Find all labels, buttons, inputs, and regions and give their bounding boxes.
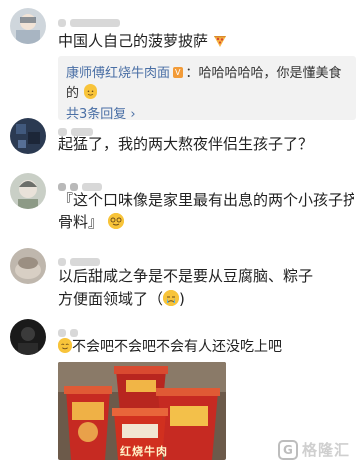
reply-line-2: 的 <box>66 82 348 103</box>
comment-text-line-1: 『这个口味像是家里最有出息的两个小孩子挤 <box>58 191 354 209</box>
comment-text: 不会吧不会吧不会有人还没吃上吧 <box>58 336 354 358</box>
comment-text-line-2: 骨料』 <box>58 211 354 233</box>
comment-photo[interactable]: 红烧牛肉 <box>58 362 226 460</box>
laugh-icon <box>107 213 124 229</box>
watermark-text: 格隆汇 <box>301 441 350 459</box>
reply-text: ：哈哈哈哈哈，你是懂美食 <box>185 66 342 81</box>
nickname-blurred[interactable] <box>58 176 106 191</box>
avatar[interactable] <box>10 8 46 44</box>
reply-count-link[interactable]: 共3条回复 › <box>66 105 348 125</box>
avatar[interactable] <box>10 173 46 209</box>
vip-badge: V <box>173 67 183 78</box>
comment-text-line-1: 以后甜咸之争是不是要从豆腐脑、粽子 <box>58 267 314 285</box>
nickname-blurred[interactable] <box>58 322 82 337</box>
watermark-logo-icon: G <box>277 439 298 460</box>
reply-line: 康师傅红烧牛肉面 V ：哈哈哈哈哈，你是懂美食 <box>66 62 348 83</box>
avatar[interactable] <box>10 319 46 355</box>
cry-icon <box>163 290 180 306</box>
watermark: G 格隆汇 <box>277 439 350 460</box>
reply-preview[interactable]: 康师傅红烧牛肉面 V ：哈哈哈哈哈，你是懂美食 的 共3条回复 › <box>58 56 356 122</box>
comment-text-line-2: 方便面领域了（ ) <box>58 290 185 308</box>
smile-icon <box>84 84 98 99</box>
reply-author[interactable]: 康师傅红烧牛肉面 <box>66 66 170 81</box>
comment-text: 中国人自己的菠萝披萨 <box>58 30 354 52</box>
nickname-blurred[interactable] <box>58 121 97 136</box>
smile-icon <box>58 338 72 353</box>
nickname-blurred[interactable] <box>58 251 104 266</box>
pizza-icon <box>213 32 227 47</box>
comment-text: 起猛了，我的两大熬夜伴侣生孩子了？ <box>58 135 314 153</box>
cup-label: 红烧牛肉 <box>120 445 168 458</box>
nickname-blurred[interactable] <box>58 12 124 27</box>
avatar[interactable] <box>10 248 46 284</box>
avatar[interactable] <box>10 118 46 154</box>
